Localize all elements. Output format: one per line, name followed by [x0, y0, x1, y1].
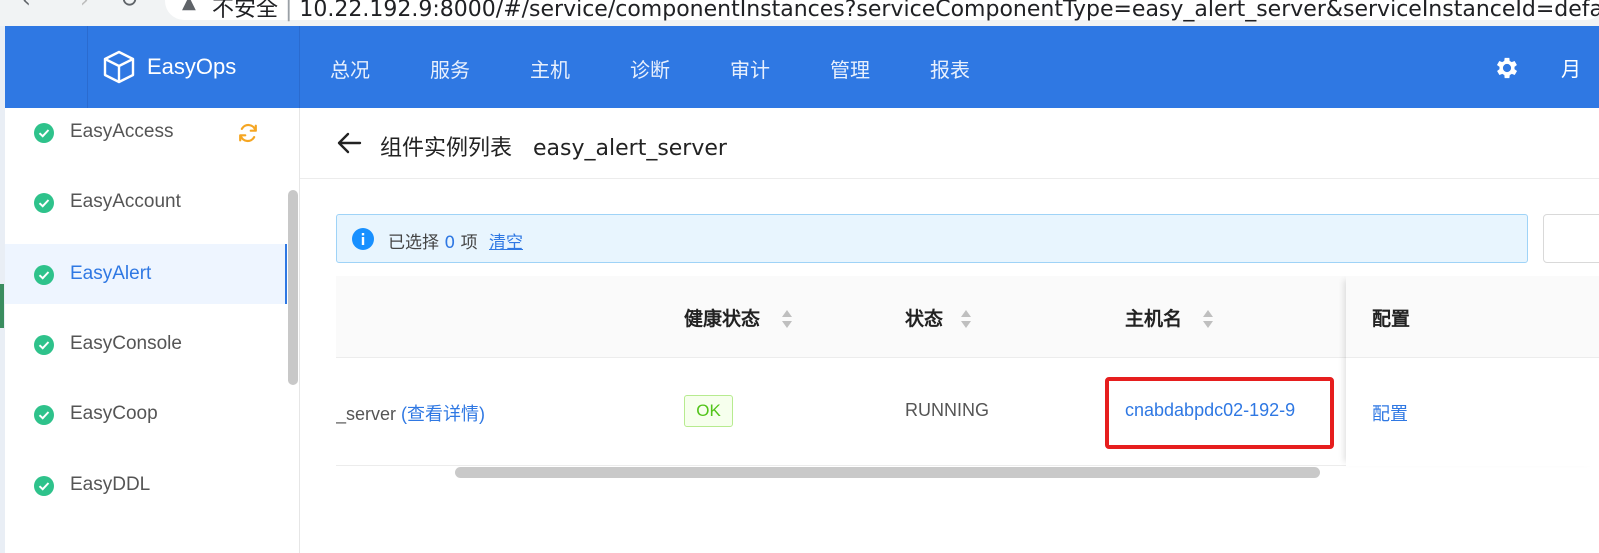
- sidebar-item-easyalert[interactable]: EasyAlert: [5, 244, 287, 304]
- nav-item-hosts[interactable]: 主机: [530, 54, 570, 83]
- sidebar-item-easyddl[interactable]: EasyDDL: [5, 461, 287, 519]
- highlight-annotation: [1105, 377, 1334, 449]
- url-text: 10.22.192.9:8000/#/service/componentInst…: [299, 0, 1599, 22]
- cube-logo-icon: [103, 50, 135, 84]
- toolbar-button[interactable]: [1543, 214, 1599, 263]
- column-header-host[interactable]: 主机名: [1125, 304, 1182, 331]
- warning-icon[interactable]: ▲: [182, 0, 196, 13]
- view-details-link[interactable]: (查看详情): [401, 404, 485, 424]
- selection-summary: 已选择 0 项: [388, 228, 478, 253]
- browser-forward-icon[interactable]: ›: [80, 0, 89, 13]
- instance-state: RUNNING: [905, 400, 989, 420]
- gear-icon[interactable]: [1493, 54, 1521, 82]
- sidebar-item-easyaccess[interactable]: EasyAccess: [5, 108, 287, 166]
- info-icon: [352, 228, 374, 250]
- sidebar-scrollbar[interactable]: [288, 190, 298, 385]
- top-navigation: EasyOps 总况 服务 主机 诊断 审计 管理 报表 月: [5, 26, 1599, 108]
- check-circle-icon: [34, 405, 54, 425]
- address-url[interactable]: 不安全 | 10.22.192.9:8000/#/service/compone…: [212, 0, 1599, 23]
- browser-back-icon[interactable]: ‹: [22, 0, 31, 13]
- sort-icon[interactable]: [781, 308, 793, 330]
- health-badge: OK: [684, 395, 733, 427]
- brand-divider: [87, 26, 88, 108]
- brand-area[interactable]: EasyOps: [5, 26, 300, 108]
- page-title-text: 组件实例列表: [380, 136, 513, 161]
- left-edge-marker: [0, 284, 4, 328]
- check-circle-icon: [34, 335, 54, 355]
- check-circle-icon: [34, 123, 54, 143]
- service-sidebar: EasyAccess EasyAccount EasyAlert EasyCon…: [5, 108, 300, 553]
- check-circle-icon: [34, 193, 54, 213]
- selection-prefix: 已选择: [388, 233, 439, 253]
- sidebar-item-easyconsole[interactable]: EasyConsole: [5, 320, 287, 378]
- url-separator: |: [285, 0, 300, 22]
- column-header-config: 配置: [1372, 308, 1411, 330]
- browser-toolbar: ‹ › ↻ ▲ 不安全 | 10.22.192.9:8000/#/service…: [0, 0, 1599, 26]
- config-link[interactable]: 配置: [1372, 400, 1408, 426]
- selection-count: 0: [444, 233, 456, 253]
- table-horizontal-scrollbar[interactable]: [455, 467, 1320, 478]
- nav-item-diagnosis[interactable]: 诊断: [630, 54, 670, 83]
- sort-icon[interactable]: [960, 308, 972, 330]
- instance-table: 健康状态 状态 主机名 _server (查看详情) OK RUNNING cn…: [336, 276, 1599, 476]
- brand-name: EasyOps: [147, 54, 237, 79]
- nav-item-management[interactable]: 管理: [830, 54, 870, 83]
- selection-alert: 已选择 0 项 清空: [336, 214, 1528, 263]
- check-circle-icon: [34, 476, 54, 496]
- instance-name-text: _server: [336, 404, 397, 424]
- sidebar-item-label: EasyCoop: [70, 403, 158, 424]
- nav-item-services[interactable]: 服务: [430, 54, 470, 83]
- sidebar-item-label: EasyAccess: [70, 121, 174, 142]
- config-column: 配置 配置: [1346, 276, 1599, 466]
- sort-icon[interactable]: [1202, 308, 1214, 330]
- page-title: 组件实例列表 easy_alert_server: [380, 130, 727, 162]
- check-circle-icon: [34, 265, 54, 285]
- selection-suffix: 项: [460, 233, 478, 253]
- sidebar-item-label: EasyAccount: [70, 191, 181, 212]
- security-label: 不安全: [212, 0, 279, 22]
- page-header: 组件实例列表 easy_alert_server: [300, 108, 1599, 179]
- back-arrow-icon[interactable]: [336, 130, 362, 156]
- config-column-header-cell: 配置: [1346, 276, 1599, 358]
- sidebar-item-label: EasyDDL: [70, 474, 151, 495]
- instance-name: _server (查看详情): [336, 400, 485, 426]
- column-header-health[interactable]: 健康状态: [684, 304, 760, 331]
- sidebar-item-easyaccount[interactable]: EasyAccount: [5, 178, 287, 236]
- sync-icon[interactable]: [237, 122, 259, 144]
- browser-reload-icon[interactable]: ↻: [120, 0, 138, 13]
- nav-item-audit[interactable]: 审计: [730, 54, 770, 83]
- sidebar-item-label: EasyAlert: [70, 263, 152, 284]
- nav-item-overview[interactable]: 总况: [330, 54, 370, 83]
- user-menu[interactable]: 月: [1561, 53, 1581, 82]
- clear-selection-link[interactable]: 清空: [489, 228, 523, 253]
- component-name: easy_alert_server: [533, 136, 727, 161]
- sidebar-item-label: EasyConsole: [70, 333, 182, 354]
- column-header-state[interactable]: 状态: [905, 304, 943, 331]
- nav-item-reports[interactable]: 报表: [930, 54, 970, 83]
- sidebar-item-easycoop[interactable]: EasyCoop: [5, 390, 287, 448]
